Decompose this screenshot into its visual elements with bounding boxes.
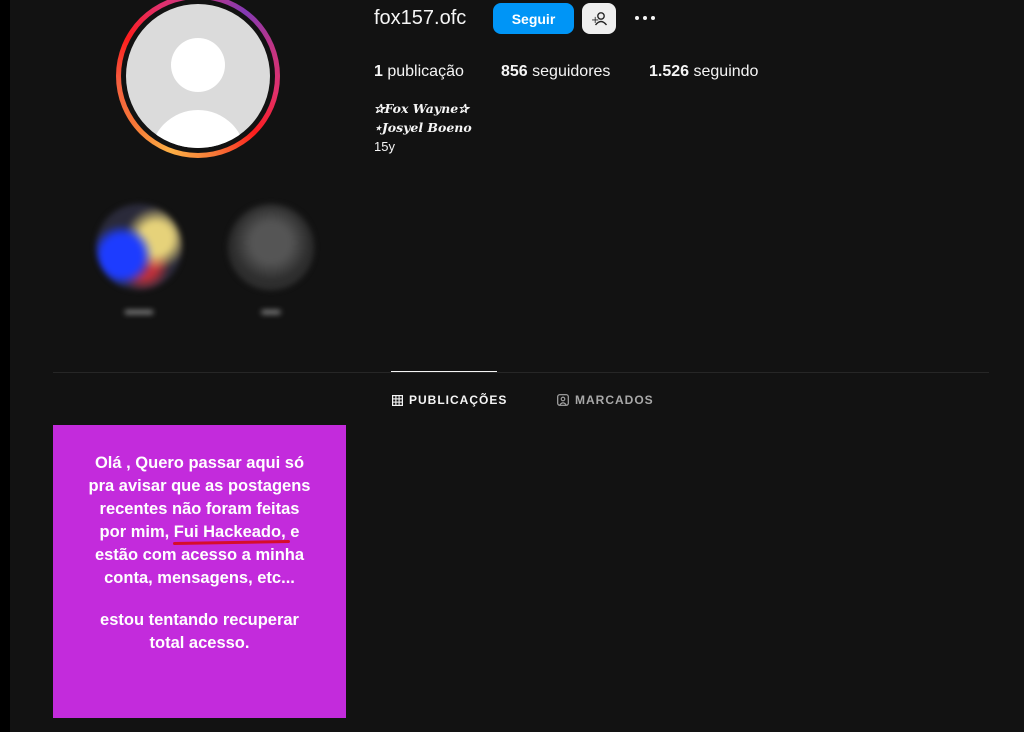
stat-posts: 1 publicação: [374, 63, 464, 81]
story-highlight-1[interactable]: [96, 204, 182, 290]
more-dot-icon: [643, 16, 647, 20]
story-highlight-2-label: ▂▂: [261, 300, 281, 314]
bio-line-age: 15y: [374, 139, 395, 154]
story-highlight-2[interactable]: [228, 204, 314, 290]
tabs-divider: [53, 372, 989, 373]
avatar: [126, 4, 270, 148]
post-text-paragraph-1: Olá , Quero passar aqui só pra avisar qu…: [63, 452, 336, 590]
stat-followers-count: 856: [501, 63, 528, 80]
tab-tagged-label: MARCADOS: [575, 393, 654, 407]
stat-following[interactable]: 1.526 seguindo: [649, 63, 758, 81]
post-line: conta, mensagens, etc...: [104, 569, 295, 587]
tagged-icon: [557, 394, 569, 406]
stat-followers[interactable]: 856 seguidores: [501, 63, 610, 81]
suggested-accounts-button[interactable]: +: [582, 3, 616, 34]
avatar-ring-gap: [121, 0, 275, 153]
post-line: estou tentando recuperar: [100, 611, 299, 629]
tab-publications[interactable]: PUBLICAÇÕES: [392, 392, 507, 408]
follow-button[interactable]: Seguir: [493, 3, 574, 34]
profile-avatar-story-ring[interactable]: [116, 0, 280, 158]
post-line: Olá , Quero passar aqui só: [94, 454, 305, 472]
bio-line-name: ✰Fox Wayne✰: [374, 101, 469, 116]
more-dot-icon: [651, 16, 655, 20]
post-line: total acesso.: [149, 634, 250, 652]
sidebar-edge: [0, 0, 10, 732]
tab-publications-label: PUBLICAÇÕES: [409, 393, 508, 407]
more-dot-icon: [635, 16, 639, 20]
post-line: estão com acesso a minha: [94, 546, 305, 564]
more-options-button[interactable]: [630, 6, 660, 30]
stat-posts-label: publicação: [387, 63, 464, 80]
post-thumbnail[interactable]: Olá , Quero passar aqui só pra avisar qu…: [53, 425, 346, 718]
bio-line-realname: ⋆Josyel Boeno: [374, 120, 472, 135]
post-line: pra avisar que as postagens: [88, 477, 311, 495]
story-highlight-1-label: ▂▂▂: [125, 300, 153, 314]
default-avatar-head-icon: [171, 38, 225, 92]
tab-tagged[interactable]: MARCADOS: [557, 392, 654, 408]
stat-followers-label: seguidores: [532, 63, 611, 80]
grid-icon: [392, 394, 403, 406]
stat-posts-count: 1: [374, 63, 383, 80]
stat-following-label: seguindo: [693, 63, 759, 80]
post-line: por mim, Fui Hackeado, e: [99, 523, 300, 541]
stat-following-count: 1.526: [649, 63, 690, 80]
post-line: recentes não foram feitas: [99, 500, 300, 518]
add-person-icon: +: [591, 12, 608, 26]
profile-username: fox157.ofc: [374, 7, 467, 29]
default-avatar-body-icon: [150, 110, 246, 148]
active-tab-indicator: [391, 371, 497, 372]
post-text-paragraph-2: estou tentando recuperar total acesso.: [63, 609, 336, 655]
